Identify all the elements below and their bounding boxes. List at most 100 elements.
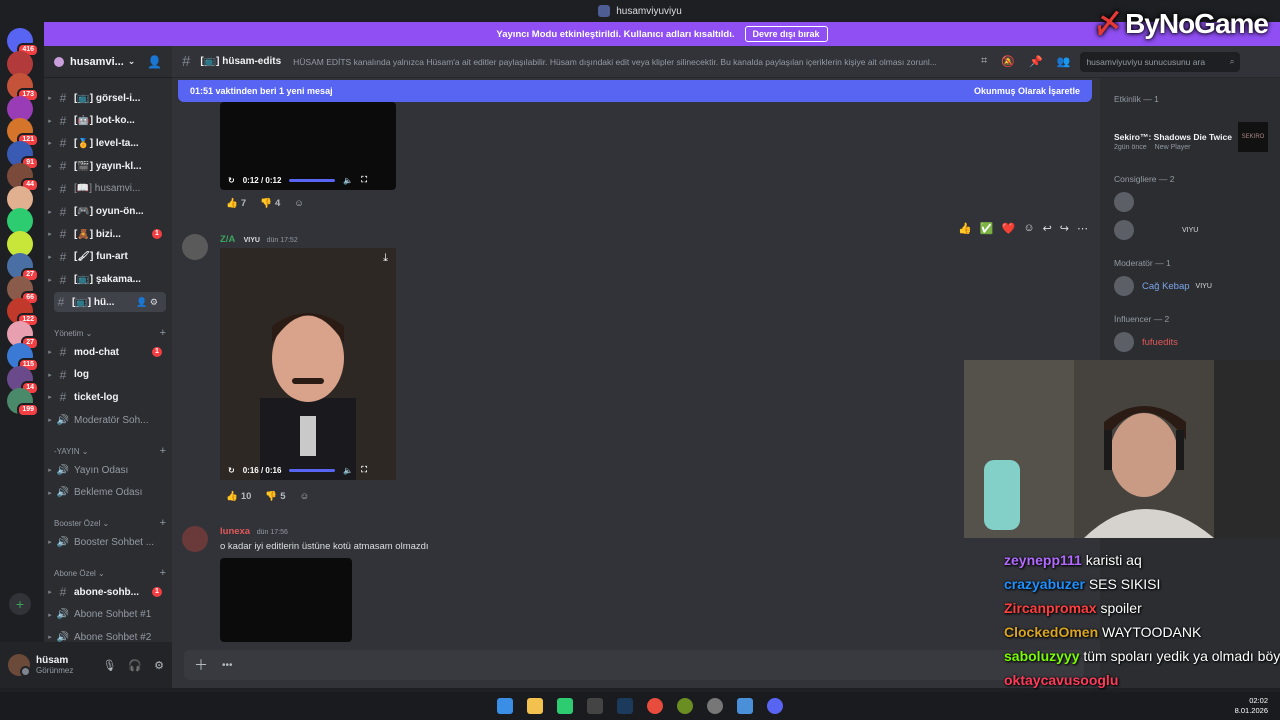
add-channel-icon[interactable]: + <box>160 517 166 529</box>
voice-channel[interactable]: ▸ 🔊 Abone Sohbet #2 <box>44 627 172 642</box>
video-time: 0:12 / 0:12 <box>242 175 282 185</box>
reaction-thumbs-up[interactable]: 👍 10 <box>222 489 255 504</box>
video-player[interactable]: ↻ 0:12 / 0:12 🔈 ⛶ <box>220 102 396 190</box>
member-row[interactable]: VIYU <box>1114 220 1198 240</box>
fullscreen-icon[interactable]: ⛶ <box>361 175 367 185</box>
terminal-icon[interactable] <box>587 698 603 714</box>
mark-as-read-button[interactable]: Okunmuş Olarak İşaretle <box>974 86 1080 96</box>
reply-icon[interactable]: ↩ <box>1043 222 1052 235</box>
download-icon[interactable]: ⤓ <box>383 252 388 265</box>
server-icon[interactable]: 199 <box>7 388 39 417</box>
text-channel[interactable]: ▸ # ticket-log <box>44 387 172 407</box>
add-reaction-icon[interactable]: ☺ <box>290 196 308 211</box>
activity-card[interactable]: Sekiro™: Shadows Die Twice 2gün önce New… <box>1114 118 1270 154</box>
text-channel[interactable]: ▸ # log <box>44 365 172 385</box>
add-attachment-icon[interactable]: ＋ <box>194 655 208 675</box>
text-channel[interactable]: ▸ # [📺] görsel-i... <box>44 88 172 108</box>
voice-channel[interactable]: ▸ 🔊 Yayın Odası <box>44 460 172 480</box>
text-channel[interactable]: ▸ # abone-sohb... 1 <box>44 582 172 602</box>
discord-icon[interactable] <box>767 698 783 714</box>
quick-reaction-heart[interactable]: ❤️ <box>1002 222 1016 235</box>
obs-icon[interactable] <box>707 698 723 714</box>
voice-channel[interactable]: ▸ 🔊 Booster Sohbet ... <box>44 532 172 552</box>
message-author[interactable]: Z/A VIYU dün 17:52 <box>220 234 298 245</box>
notification-bell-icon[interactable]: 🔕 <box>1001 55 1015 68</box>
headphones-icon[interactable]: 🎧 <box>128 659 142 672</box>
channel-settings-icon[interactable]: 👤 ⚙ <box>136 297 158 308</box>
volume-icon[interactable]: 🔈 <box>343 176 353 185</box>
text-channel[interactable]: ▸ # [📖] husamvi... <box>44 179 172 199</box>
chevron-right-icon: ▸ <box>48 589 52 596</box>
reaction-thumbs-down[interactable]: 👎 5 <box>261 489 289 504</box>
file-explorer-icon[interactable] <box>527 698 543 714</box>
text-channel[interactable]: ▸ # [🎮] oyun-ön... <box>44 202 172 222</box>
text-channel[interactable]: ▸ # [🖌] fun-art <box>44 247 172 267</box>
reaction-thumbs-down[interactable]: 👎 4 <box>256 196 284 211</box>
video-player[interactable]: ⤓ ↻ 0:16 / 0:16 🔈 ⛶ <box>220 248 396 480</box>
forward-icon[interactable]: ↪ <box>1060 222 1069 235</box>
channel-category[interactable]: Abone Özel ⌄ + <box>54 566 166 580</box>
chevron-right-icon: ▸ <box>48 371 52 379</box>
chrome-icon[interactable] <box>647 698 663 714</box>
volume-icon[interactable]: 🔈 <box>343 466 353 475</box>
disable-streamer-mode-button[interactable]: Devre dışı bırak <box>744 26 828 42</box>
app-icon[interactable] <box>557 698 573 714</box>
voice-channel[interactable]: ▸ 🔊 Moderatör Soh... <box>44 410 172 430</box>
replay-icon[interactable]: ↻ <box>228 466 235 475</box>
avatar[interactable] <box>8 654 31 677</box>
more-icon[interactable]: ⋯ <box>1077 222 1088 235</box>
chevron-right-icon: ▸ <box>48 634 52 642</box>
add-channel-icon[interactable]: + <box>160 445 166 457</box>
gear-icon[interactable]: ⚙ <box>154 659 164 672</box>
chevron-right-icon: ▸ <box>48 117 52 125</box>
member-row[interactable] <box>1114 192 1142 212</box>
guild-header[interactable]: husamvi... ⌄ 👤 <box>44 46 172 78</box>
windows-start-icon[interactable] <box>497 698 513 714</box>
threads-icon[interactable]: ⌗ <box>981 55 987 68</box>
add-channel-icon[interactable]: + <box>160 327 166 339</box>
quick-reaction-thumbs-up[interactable]: 👍 <box>958 222 972 235</box>
message-author[interactable]: lunexa dün 17:56 <box>220 526 288 537</box>
channel-category[interactable]: Yönetim ⌄ + <box>54 326 166 340</box>
text-channel[interactable]: ▸ # [📺] şakama... <box>44 270 172 290</box>
message-input[interactable]: ＋ ••• <box>184 650 1084 680</box>
replay-icon[interactable]: ↻ <box>228 176 235 185</box>
member-row[interactable]: Cağ Kebap VIYU <box>1114 276 1212 296</box>
chevron-right-icon: ▸ <box>48 185 52 193</box>
voice-channel[interactable]: ▸ 🔊 Abone Sohbet #1 <box>44 605 172 625</box>
video-progress[interactable] <box>289 178 336 182</box>
steam-icon[interactable] <box>617 698 633 714</box>
text-channel[interactable]: ▸ # [🤖] bot-ko... <box>44 111 172 131</box>
add-server-icon[interactable]: + <box>9 593 31 615</box>
channel-label: [🎬] yayın-kl... <box>74 160 142 172</box>
text-channel[interactable]: ▸ # [🎬] yayın-kl... <box>44 156 172 176</box>
avatar[interactable] <box>182 526 208 552</box>
add-member-icon[interactable]: 👤 <box>147 55 162 69</box>
member-list-icon[interactable]: 👥 <box>1057 55 1071 68</box>
channel-category[interactable]: -YAYIN ⌄ + <box>54 444 166 458</box>
avatar[interactable] <box>182 234 208 260</box>
server-rail: 416 173 121 91 44 27 66 122 27 115 14 199 + <box>0 22 44 688</box>
new-messages-bar[interactable]: 01:51 vaktinden beri 1 yeni mesaj Okunmu… <box>178 80 1092 102</box>
channel-topic[interactable]: HÜSAM EDİTS kanalında yalnızca Hüsam'a a… <box>293 57 973 67</box>
channel-category[interactable]: Booster Özel ⌄ + <box>54 516 166 530</box>
add-channel-icon[interactable]: + <box>160 567 166 579</box>
reaction-thumbs-up[interactable]: 👍 7 <box>222 196 250 211</box>
search-input[interactable]: husamviyuviyu sunucusunu ara ⌕ <box>1080 51 1241 72</box>
quick-reaction-check[interactable]: ✅ <box>980 222 994 235</box>
text-channel[interactable]: # [📺] hü... 👤 ⚙ <box>54 292 166 313</box>
app-icon[interactable] <box>737 698 753 714</box>
video-player[interactable] <box>220 558 352 642</box>
microphone-icon[interactable]: 🎙 <box>102 659 116 672</box>
add-reaction-icon[interactable]: ☺ <box>1023 222 1034 235</box>
text-channel[interactable]: ▸ # [🏅] level-ta... <box>44 133 172 153</box>
video-progress[interactable] <box>289 468 336 472</box>
pin-icon[interactable]: 📌 <box>1029 55 1043 68</box>
voice-channel[interactable]: ▸ 🔊 Bekleme Odası <box>44 483 172 503</box>
text-channel[interactable]: ▸ # [🧸] bizi... 1 <box>44 224 172 244</box>
app-icon[interactable] <box>677 698 693 714</box>
member-row[interactable]: fufuedits <box>1114 332 1178 352</box>
fullscreen-icon[interactable]: ⛶ <box>361 465 367 475</box>
add-reaction-icon[interactable]: ☺ <box>296 489 314 504</box>
text-channel[interactable]: ▸ # mod-chat 1 <box>44 342 172 362</box>
